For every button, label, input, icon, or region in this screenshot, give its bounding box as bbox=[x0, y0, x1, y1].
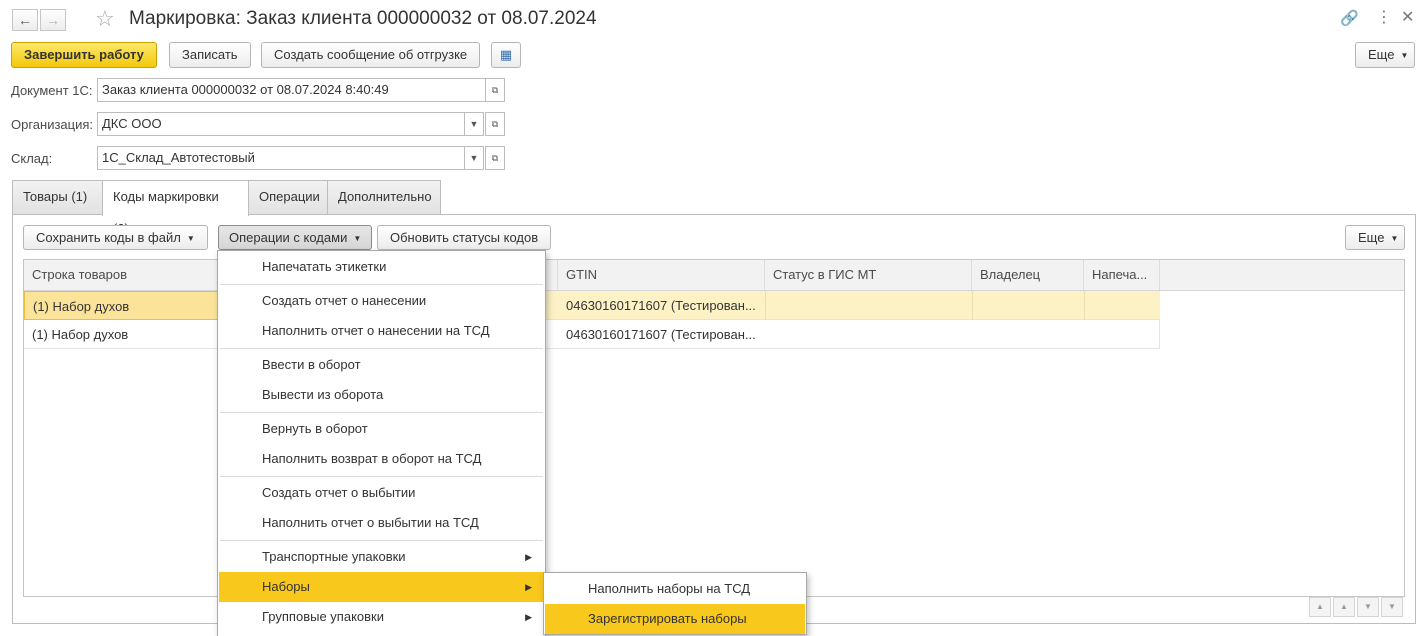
menu-separator bbox=[220, 412, 543, 413]
menu-item-sets[interactable]: Наборы ▶ bbox=[219, 572, 544, 602]
chevron-down-icon: ▼ bbox=[186, 233, 195, 243]
code-operations-menu: Напечатать этикетки Создать отчет о нане… bbox=[217, 250, 546, 636]
window-title: Маркировка: Заказ клиента 000000032 от 0… bbox=[129, 8, 597, 29]
scroll-up-icon[interactable]: ▲ bbox=[1333, 597, 1355, 617]
menu-item-create-application-report[interactable]: Создать отчет о нанесении bbox=[219, 286, 544, 316]
create-shipment-message-button[interactable]: Создать сообщение об отгрузке bbox=[261, 42, 481, 68]
table-row[interactable]: (1) Набор духов 04630160171607 (Тестиров… bbox=[24, 320, 1160, 349]
table-row[interactable]: (1) Набор духов 04630160171607 (Тестиров… bbox=[24, 291, 1160, 320]
menu-item-label: Групповые упаковки bbox=[262, 609, 384, 624]
submenu-item-fill-sets-tsd[interactable]: Наполнить наборы на ТСД bbox=[545, 574, 805, 604]
row-line-cell: (1) Набор духов bbox=[32, 327, 129, 342]
org-label: Организация: bbox=[11, 117, 94, 132]
menu-item-print-labels[interactable]: Напечатать этикетки bbox=[219, 252, 544, 282]
column-header[interactable]: Владелец bbox=[972, 260, 1084, 290]
menu-item-create-disposal-report[interactable]: Создать отчет о выбытии bbox=[219, 478, 544, 508]
panel-more-label: Еще bbox=[1358, 230, 1385, 245]
doc-label: Документ 1С: bbox=[11, 83, 93, 98]
cell-divider bbox=[972, 291, 973, 320]
menu-separator bbox=[220, 348, 543, 349]
chevron-down-icon: ▼ bbox=[353, 233, 362, 243]
more-button[interactable]: Еще ▼ bbox=[1355, 42, 1415, 68]
menu-item-put-into-circulation[interactable]: Ввести в оборот bbox=[219, 350, 544, 380]
link-icon[interactable]: 🔗 bbox=[1340, 9, 1359, 27]
submenu-item-register-sets[interactable]: Зарегистрировать наборы bbox=[545, 604, 805, 634]
code-operations-label: Операции с кодами bbox=[229, 230, 348, 245]
warehouse-field[interactable]: 1С_Склад_Автотестовый bbox=[97, 146, 465, 170]
column-header[interactable]: Статус в ГИС МТ bbox=[765, 260, 972, 290]
chevron-down-icon: ▼ bbox=[1390, 233, 1399, 243]
forward-button[interactable]: → bbox=[40, 9, 66, 31]
row-gtin-cell: 04630160171607 (Тестирован... bbox=[566, 327, 756, 342]
update-statuses-button[interactable]: Обновить статусы кодов bbox=[377, 225, 552, 250]
doc-field[interactable]: Заказ клиента 000000032 от 08.07.2024 8:… bbox=[97, 78, 486, 102]
menu-separator bbox=[220, 540, 543, 541]
chevron-right-icon: ▶ bbox=[525, 582, 532, 592]
column-header[interactable]: GTIN bbox=[558, 260, 765, 290]
close-icon[interactable]: ✕ bbox=[1401, 7, 1414, 27]
dropdown-icon[interactable]: ▼ bbox=[464, 146, 484, 170]
sets-submenu: Наполнить наборы на ТСД Зарегистрировать… bbox=[543, 572, 807, 635]
open-icon[interactable]: ⧉ bbox=[485, 78, 505, 102]
tab-operations[interactable]: Операции bbox=[248, 180, 328, 214]
menu-item-fill-application-report-tsd[interactable]: Наполнить отчет о нанесении на ТСД bbox=[219, 316, 544, 346]
tab-active-gap bbox=[103, 213, 248, 216]
open-icon[interactable]: ⧉ bbox=[485, 146, 505, 170]
menu-dots-icon[interactable]: ⋮ bbox=[1376, 7, 1392, 27]
favorite-star-icon[interactable]: ☆ bbox=[95, 6, 115, 32]
scroll-down-icon[interactable]: ▼ bbox=[1357, 597, 1379, 617]
warehouse-label: Склад: bbox=[11, 151, 53, 166]
open-icon[interactable]: ⧉ bbox=[485, 112, 505, 136]
menu-item-fill-disposal-report-tsd[interactable]: Наполнить отчет о выбытии на ТСД bbox=[219, 508, 544, 538]
dropdown-icon[interactable]: ▼ bbox=[464, 112, 484, 136]
more-label: Еще bbox=[1368, 47, 1395, 62]
menu-item-withdraw-from-circulation[interactable]: Вывести из оборота bbox=[219, 380, 544, 410]
chevron-right-icon: ▶ bbox=[525, 612, 532, 622]
menu-item-fill-return-tsd[interactable]: Наполнить возврат в оборот на ТСД bbox=[219, 444, 544, 474]
save-codes-label: Сохранить коды в файл bbox=[36, 230, 181, 245]
row-gtin-cell: 04630160171607 (Тестирован... bbox=[566, 298, 756, 313]
back-button[interactable]: ← bbox=[12, 9, 38, 31]
tab-marking-codes[interactable]: Коды маркировки (2) bbox=[102, 180, 249, 236]
chevron-right-icon: ▶ bbox=[525, 552, 532, 562]
finish-button[interactable]: Завершить работу bbox=[11, 42, 157, 68]
org-field[interactable]: ДКС ООО bbox=[97, 112, 465, 136]
save-button[interactable]: Записать bbox=[169, 42, 251, 68]
structure-icon[interactable]: ▦ bbox=[491, 42, 521, 68]
row-line-cell: (1) Набор духов bbox=[24, 291, 218, 320]
panel-more-button[interactable]: Еще ▼ bbox=[1345, 225, 1405, 250]
tab-additional[interactable]: Дополнительно bbox=[327, 180, 441, 214]
menu-separator bbox=[220, 284, 543, 285]
scroll-bottom-icon[interactable]: ▼ bbox=[1381, 597, 1403, 617]
save-codes-button[interactable]: Сохранить коды в файл ▼ bbox=[23, 225, 208, 250]
menu-item-label: Транспортные упаковки bbox=[262, 549, 406, 564]
menu-item-transport-packages[interactable]: Транспортные упаковки ▶ bbox=[219, 542, 544, 572]
code-operations-button[interactable]: Операции с кодами ▼ bbox=[218, 225, 373, 250]
scroll-top-icon[interactable]: ▲ bbox=[1309, 597, 1331, 617]
tab-goods[interactable]: Товары (1) bbox=[12, 180, 103, 214]
cell-divider bbox=[765, 291, 766, 320]
menu-separator bbox=[220, 476, 543, 477]
menu-item-return-to-circulation[interactable]: Вернуть в оборот bbox=[219, 414, 544, 444]
menu-item-group-packages[interactable]: Групповые упаковки ▶ bbox=[219, 602, 544, 632]
chevron-down-icon: ▼ bbox=[1400, 50, 1409, 60]
cell-divider bbox=[1084, 291, 1085, 320]
column-header[interactable]: Напеча... bbox=[1084, 260, 1160, 290]
menu-item-label: Наборы bbox=[262, 579, 310, 594]
